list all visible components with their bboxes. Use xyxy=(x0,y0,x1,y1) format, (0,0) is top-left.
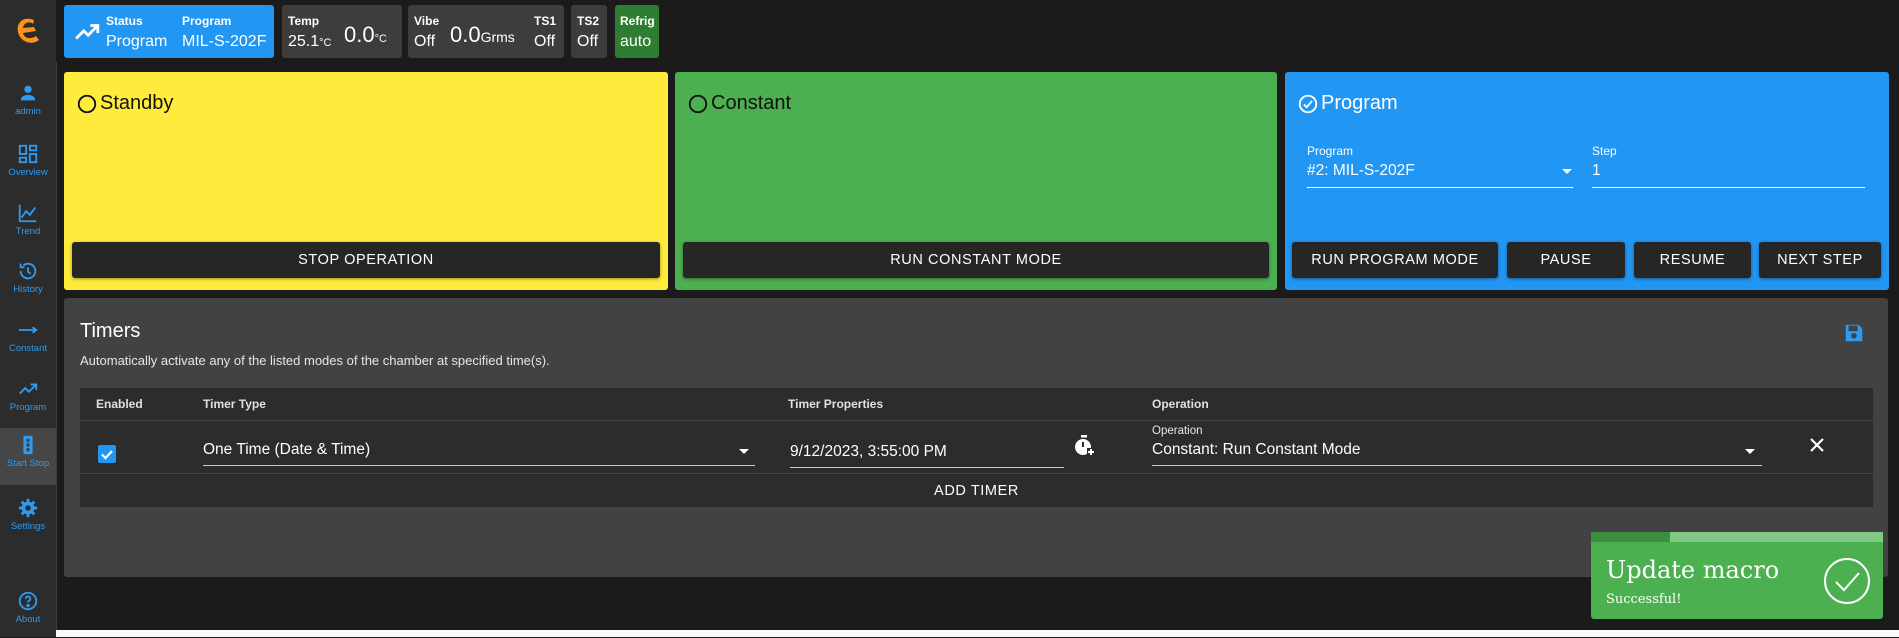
vibe-setpoint: 0.0Grms xyxy=(450,22,515,47)
help-icon xyxy=(18,591,38,611)
sidebar-item-label: admin xyxy=(15,106,41,117)
sidebar-item-label: Start Stop xyxy=(6,458,50,469)
resume-button[interactable]: RESUME xyxy=(1634,242,1751,278)
vibe-value: Off xyxy=(414,33,436,50)
status-label: Status xyxy=(106,14,143,28)
traffic-light-icon xyxy=(23,435,33,455)
check-circle-icon xyxy=(1298,94,1318,113)
check-circle-icon xyxy=(1824,558,1870,604)
toast-message: Successful! xyxy=(1606,592,1682,607)
operation-label: Operation xyxy=(1152,425,1203,437)
sidebar-item-constant[interactable]: Constant xyxy=(0,313,56,367)
standby-title: Standby xyxy=(76,92,173,115)
timer-type-select[interactable]: One Time (Date & Time) xyxy=(203,441,370,459)
timers-table-header: Enabled Timer Type Timer Properties Oper… xyxy=(80,388,1873,420)
program-label: Program xyxy=(182,14,232,28)
ts2-value: Off xyxy=(577,33,599,50)
sidebar-item-label: Overview xyxy=(8,167,48,178)
program-select-label: Program xyxy=(1307,144,1354,158)
sidebar-item-label: History xyxy=(13,284,43,295)
temp-value: 25.1°C xyxy=(288,33,332,50)
trending-up-icon xyxy=(75,24,100,40)
status-tile[interactable]: Status Program Program MIL-S-202F xyxy=(64,5,274,58)
constant-card[interactable]: Constant RUN CONSTANT MODE xyxy=(675,72,1277,290)
vibe-tile[interactable]: Vibe Off 0.0Grms xyxy=(408,5,538,58)
timers-description: Automatically activate any of the listed… xyxy=(80,353,550,368)
pause-button[interactable]: PAUSE xyxy=(1507,242,1625,278)
refrig-value: auto xyxy=(620,33,652,50)
column-header-timer-type: Timer Type xyxy=(203,397,266,411)
update-macro-toast[interactable]: Update macro Successful! xyxy=(1591,532,1883,619)
sidebar-item-label: About xyxy=(15,614,41,625)
close-icon[interactable] xyxy=(1808,436,1826,454)
save-icon[interactable] xyxy=(1843,322,1865,344)
next-step-button[interactable]: NEXT STEP xyxy=(1759,242,1881,278)
person-icon xyxy=(20,85,36,101)
ts2-label: TS2 xyxy=(577,14,600,28)
program-card[interactable]: Program Program #2: MIL-S-202F Step 1 RU… xyxy=(1285,72,1889,290)
sidebar-item-settings[interactable]: Settings xyxy=(0,491,56,545)
program-title: Program xyxy=(1297,92,1398,115)
status-bar: Status Program Program MIL-S-202F Temp 2… xyxy=(56,0,1899,62)
refrig-tile[interactable]: Refrig auto xyxy=(615,5,659,58)
history-icon xyxy=(19,262,37,280)
radio-unchecked-icon xyxy=(688,94,708,113)
operation-select[interactable]: Constant: Run Constant Mode xyxy=(1152,441,1361,459)
enabled-checkbox[interactable] xyxy=(98,445,116,463)
ts2-tile[interactable]: TS2 Off xyxy=(571,5,607,58)
temp-tile[interactable]: Temp 25.1°C 0.0°C xyxy=(282,5,402,58)
column-header-timer-properties: Timer Properties xyxy=(788,397,884,411)
sidebar-item-program[interactable]: Program xyxy=(0,372,56,426)
program-select[interactable]: #2: MIL-S-202F xyxy=(1307,162,1415,180)
run-program-mode-button[interactable]: RUN PROGRAM MODE xyxy=(1292,242,1498,278)
trend-chart-icon xyxy=(18,204,37,223)
ts1-label: TS1 xyxy=(534,14,557,28)
dropdown-arrow-icon[interactable] xyxy=(1561,168,1573,176)
run-constant-mode-button[interactable]: RUN CONSTANT MODE xyxy=(683,242,1269,278)
sidebar-item-start-stop[interactable]: Start Stop xyxy=(0,428,56,485)
toast-progress-bar xyxy=(1591,532,1670,542)
sidebar-item-about[interactable]: About xyxy=(0,584,56,638)
timer-datetime-input[interactable]: 9/12/2023, 3:55:00 PM xyxy=(790,443,947,461)
trending-up-icon xyxy=(19,383,38,395)
table-row: One Time (Date & Time) 9/12/2023, 3:55:0… xyxy=(80,420,1873,473)
add-timer-button[interactable]: ADD TIMER xyxy=(80,473,1873,507)
column-header-operation: Operation xyxy=(1152,397,1209,411)
step-label: Step xyxy=(1592,144,1617,158)
step-input[interactable]: 1 xyxy=(1592,162,1601,180)
status-value: Program xyxy=(106,33,168,50)
refrig-label: Refrig xyxy=(620,14,655,28)
arrow-right-icon xyxy=(18,326,38,334)
sidebar-item-overview[interactable]: Overview xyxy=(0,137,56,191)
sidebar-item-label: Program xyxy=(9,402,47,413)
ts1-value: Off xyxy=(534,33,556,50)
constant-title: Constant xyxy=(687,92,791,115)
temp-label: Temp xyxy=(288,14,320,28)
stop-operation-button[interactable]: STOP OPERATION xyxy=(72,242,660,278)
sidebar-item-label: Trend xyxy=(15,226,41,237)
logo-icon[interactable] xyxy=(12,12,44,52)
column-header-enabled: Enabled xyxy=(96,397,143,411)
dashboard-icon xyxy=(18,144,38,164)
dropdown-arrow-icon[interactable] xyxy=(1744,448,1756,456)
sidebar-item-admin[interactable]: admin xyxy=(0,76,56,130)
sidebar-item-history[interactable]: History xyxy=(0,254,56,308)
gear-icon xyxy=(18,498,38,518)
temp-setpoint: 0.0°C xyxy=(344,22,387,47)
timer-add-icon[interactable] xyxy=(1072,434,1096,458)
sidebar: admin Overview Trend History Constant Pr… xyxy=(0,0,57,637)
dropdown-arrow-icon[interactable] xyxy=(738,448,750,456)
timers-title: Timers xyxy=(80,320,141,342)
vibe-label: Vibe xyxy=(414,14,440,28)
radio-unchecked-icon xyxy=(77,94,97,113)
ts1-tile[interactable]: TS1 Off xyxy=(528,5,564,58)
standby-card[interactable]: Standby STOP OPERATION xyxy=(64,72,668,290)
sidebar-item-label: Constant xyxy=(8,343,48,354)
program-value: MIL-S-202F xyxy=(182,33,267,50)
sidebar-item-trend[interactable]: Trend xyxy=(0,196,56,250)
bottom-strip xyxy=(56,630,1899,637)
toast-title: Update macro xyxy=(1606,556,1780,584)
sidebar-item-label: Settings xyxy=(10,521,46,532)
